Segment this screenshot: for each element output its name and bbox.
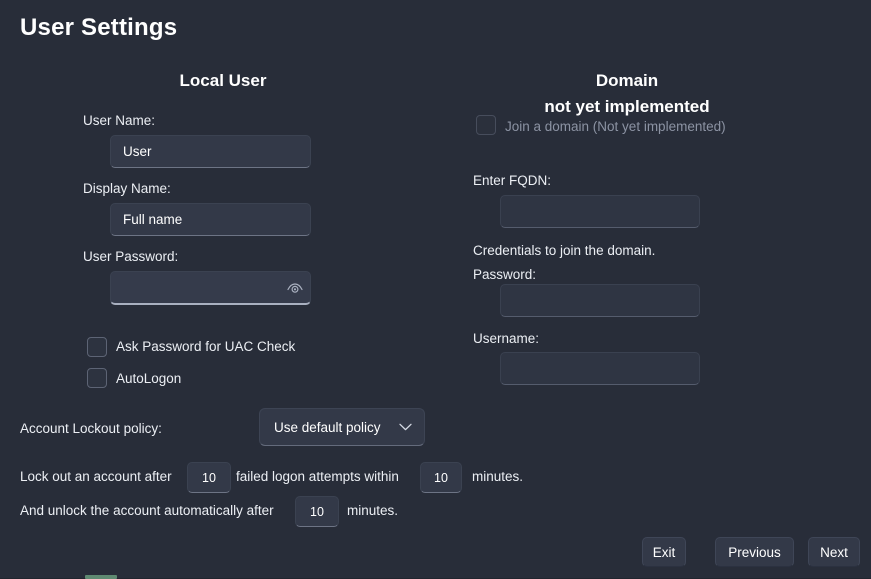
join-domain-label: Join a domain (Not yet implemented) [505,119,726,134]
unlock-minutes-input[interactable] [295,496,339,527]
user-password-label: User Password: [83,249,179,264]
chevron-down-icon [399,423,412,431]
domain-password-label: Password: [473,267,537,282]
domain-heading: Domain [595,71,659,90]
lockout-rule-text-middle: failed logon attempts within [236,469,399,484]
account-lockout-policy-select[interactable]: Use default policy [259,408,425,446]
lockout-window-input[interactable] [420,462,462,493]
fqdn-input[interactable] [500,195,700,228]
autologon-label: AutoLogon [116,371,182,386]
taskbar-indicator [85,575,117,579]
domain-username-label: Username: [473,331,540,346]
ask-password-uac-label: Ask Password for UAC Check [116,339,296,354]
user-name-label: User Name: [83,113,156,128]
lockout-rule-text-after: minutes. [472,469,524,484]
previous-button[interactable]: Previous [715,537,794,567]
domain-password-input[interactable] [500,284,700,317]
user-settings-window: User Settings Local User User Name: Disp… [0,0,871,579]
account-lockout-policy-label: Account Lockout policy: [20,421,162,436]
next-button[interactable]: Next [808,537,860,567]
user-name-input[interactable] [110,135,311,168]
unlock-rule-text-before: And unlock the account automatically aft… [20,503,274,518]
credentials-note: Credentials to join the domain. [473,243,656,258]
unlock-rule-text-after: minutes. [347,503,399,518]
page-title: User Settings [20,14,178,41]
display-name-input[interactable] [110,203,311,236]
domain-username-input[interactable] [500,352,700,385]
lockout-attempts-input[interactable] [187,462,231,493]
ask-password-uac-checkbox[interactable] [87,337,107,357]
display-name-label: Display Name: [83,181,171,196]
autologon-checkbox[interactable] [87,368,107,388]
exit-button[interactable]: Exit [642,537,686,567]
user-password-input[interactable] [110,271,311,305]
account-lockout-policy-value: Use default policy [274,419,381,435]
lockout-rule-text-before: Lock out an account after [20,469,172,484]
join-domain-checkbox [476,115,496,135]
domain-subheading: not yet implemented [544,97,710,116]
local-user-heading: Local User [179,71,267,90]
eye-icon[interactable] [283,276,307,300]
fqdn-label: Enter FQDN: [473,173,552,188]
